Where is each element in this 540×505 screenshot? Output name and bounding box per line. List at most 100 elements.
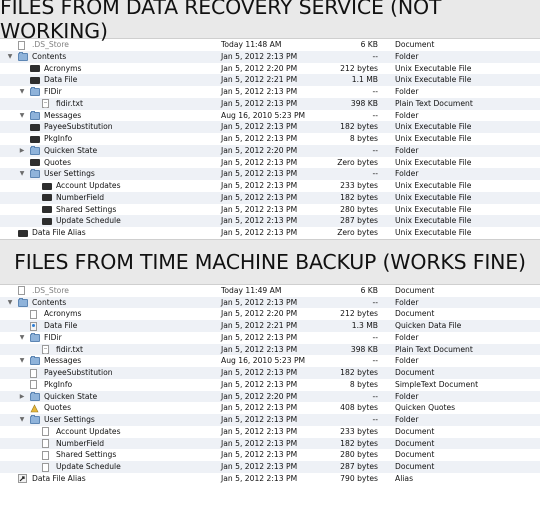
executable-icon (42, 217, 52, 225)
file-row[interactable]: Shared Settings Jan 5, 2012 2:13 PM 280 by… (0, 204, 540, 216)
file-row[interactable]: PayeeSubstitution Jan 5, 2012 2:13 PM 182 … (0, 367, 540, 379)
file-row[interactable]: ▶ Quicken State Jan 5, 2012 2:20 PM -- Folde… (0, 144, 540, 157)
file-row[interactable]: Quotes Jan 5, 2012 2:13 PM Zero bytes Unix … (0, 157, 540, 169)
file-date-modified: Jan 5, 2012 2:13 PM (221, 473, 298, 483)
file-size: -- (372, 391, 378, 401)
file-name: Messages (44, 356, 82, 366)
file-row[interactable]: Account Updates Jan 5, 2012 2:13 PM 233 by… (0, 426, 540, 438)
disclosure-expanded-icon[interactable]: ▼ (18, 355, 26, 367)
file-row[interactable]: NumberField Jan 5, 2012 2:13 PM 182 bytes U… (0, 191, 540, 204)
disclosure-expanded-icon[interactable]: ▼ (18, 332, 26, 344)
timemachine-file-list: .DS_Store Today 11:49 AM 6 KB Document ▼ Cont… (0, 284, 540, 485)
file-row[interactable]: PkgInfo Jan 5, 2012 2:13 PM 8 bytes Unix Ex… (0, 133, 540, 145)
recovery-banner: FILES FROM DATA RECOVERY SERVICE (NOT WO… (0, 0, 540, 43)
file-row[interactable]: Acronyms Jan 5, 2012 2:20 PM 212 bytes Unix… (0, 63, 540, 75)
folder-icon (30, 169, 40, 179)
file-size: -- (372, 356, 378, 366)
file-name: Shared Settings (56, 204, 117, 214)
file-size: -- (372, 332, 378, 342)
file-row[interactable]: ▼ Contents Jan 5, 2012 2:13 PM -- Folder (0, 50, 540, 63)
disclosure-collapsed-icon[interactable]: ▶ (18, 391, 26, 403)
file-row[interactable]: Data File Jan 5, 2012 2:21 PM 1.1 MB Unix E… (0, 74, 540, 86)
disclosure-expanded-icon[interactable]: ▼ (6, 297, 14, 309)
file-row[interactable]: Data File Alias Jan 5, 2012 2:13 PM 790 by… (0, 473, 540, 485)
disclosure-expanded-icon[interactable]: ▼ (18, 86, 26, 98)
file-name: FIDir (44, 332, 62, 342)
file-date-modified: Jan 5, 2012 2:13 PM (221, 122, 298, 132)
file-row[interactable]: fidir.txt Jan 5, 2012 2:13 PM 398 KB Plain … (0, 343, 540, 356)
file-date-modified: Jan 5, 2012 2:13 PM (221, 368, 298, 377)
file-kind: Folder (395, 110, 419, 120)
file-row[interactable]: fidir.txt Jan 5, 2012 2:13 PM 398 KB Plain … (0, 97, 540, 110)
file-row[interactable]: Quotes Jan 5, 2012 2:13 PM 408 bytes Quicke… (0, 402, 540, 414)
disclosure-expanded-icon[interactable]: ▼ (6, 51, 14, 63)
file-name: Contents (32, 51, 67, 61)
file-date-modified: Today 11:48 AM (221, 40, 282, 49)
file-name: Acronyms (44, 63, 82, 73)
file-row[interactable]: Shared Settings Jan 5, 2012 2:13 PM 280 by… (0, 449, 540, 461)
file-name: .DS_Store (32, 40, 69, 49)
file-name: Quicken State (44, 391, 98, 401)
file-date-modified: Jan 5, 2012 2:13 PM (221, 297, 298, 307)
executable-icon (30, 159, 40, 166)
file-row[interactable]: Update Schedule Jan 5, 2012 2:13 PM 287 by… (0, 461, 540, 473)
file-row[interactable]: ▼ FIDir Jan 5, 2012 2:13 PM -- Folder (0, 86, 540, 98)
disclosure-expanded-icon[interactable]: ▼ (18, 414, 26, 426)
file-date-modified: Jan 5, 2012 2:13 PM (221, 462, 298, 471)
document-icon (42, 427, 49, 437)
disclosure-collapsed-icon[interactable]: ▶ (18, 145, 26, 157)
file-date-modified: Jan 5, 2012 2:13 PM (221, 87, 298, 96)
folder-icon (30, 356, 40, 366)
file-name: Data File (44, 75, 78, 85)
file-kind: Unix Executable File (395, 75, 472, 85)
file-row[interactable]: NumberField Jan 5, 2012 2:13 PM 182 bytes D… (0, 437, 540, 450)
file-row[interactable]: ▶ Quicken State Jan 5, 2012 2:20 PM -- Folde… (0, 390, 540, 403)
file-size: 182 bytes (340, 368, 378, 377)
file-date-modified: Jan 5, 2012 2:13 PM (221, 216, 298, 226)
file-row[interactable]: ▼ Contents Jan 5, 2012 2:13 PM -- Folder (0, 296, 540, 309)
file-kind: Unix Executable File (395, 204, 472, 214)
file-row[interactable]: ▼ User Settings Jan 5, 2012 2:13 PM -- Folde… (0, 414, 540, 426)
document-icon (42, 439, 49, 448)
disclosure-expanded-icon[interactable]: ▼ (18, 168, 26, 180)
file-kind: Unix Executable File (395, 157, 472, 167)
file-row[interactable]: ▼ Messages Aug 16, 2010 5:23 PM -- Folder (0, 110, 540, 122)
file-name: Quotes (44, 403, 72, 413)
folder-icon (18, 297, 28, 307)
file-row[interactable]: Data File Alias Jan 5, 2012 2:13 PM Zero b… (0, 227, 540, 239)
file-row[interactable]: .DS_Store Today 11:48 AM 6 KB Document (0, 39, 540, 51)
file-name: User Settings (44, 169, 95, 179)
file-row[interactable]: Account Updates Jan 5, 2012 2:13 PM 233 by… (0, 180, 540, 192)
file-name: fidir.txt (56, 98, 84, 108)
file-row[interactable]: Data File Jan 5, 2012 2:21 PM 1.3 MB Quicke… (0, 320, 540, 332)
text-document-icon (42, 345, 49, 354)
file-row[interactable]: PayeeSubstitution Jan 5, 2012 2:13 PM 182 … (0, 121, 540, 133)
executable-icon (30, 76, 40, 84)
file-row[interactable]: .DS_Store Today 11:49 AM 6 KB Document (0, 285, 540, 297)
file-size: 398 KB (350, 344, 378, 354)
file-kind: Folder (395, 415, 419, 424)
file-size: 8 bytes (349, 379, 378, 389)
disclosure-expanded-icon[interactable]: ▼ (18, 110, 26, 122)
file-row[interactable]: Acronyms Jan 5, 2012 2:20 PM 212 bytes Docu… (0, 308, 540, 320)
file-date-modified: Jan 5, 2012 2:13 PM (221, 134, 298, 143)
file-name: Acronyms (44, 309, 82, 319)
file-row[interactable]: ▼ FIDir Jan 5, 2012 2:13 PM -- Folder (0, 332, 540, 344)
file-date-modified: Jan 5, 2012 2:13 PM (221, 169, 298, 179)
file-kind: Folder (395, 356, 419, 366)
file-kind: Unix Executable File (395, 216, 472, 226)
file-kind: Quicken Quotes (395, 403, 456, 413)
file-row[interactable]: PkgInfo Jan 5, 2012 2:13 PM 8 bytes SimpleT… (0, 379, 540, 391)
file-row[interactable]: ▼ User Settings Jan 5, 2012 2:13 PM -- Folde… (0, 168, 540, 180)
file-date-modified: Jan 5, 2012 2:20 PM (221, 391, 298, 401)
file-size: 280 bytes (340, 450, 378, 460)
file-date-modified: Jan 5, 2012 2:13 PM (221, 415, 298, 424)
file-name: Quotes (44, 157, 72, 167)
file-name: Data File Alias (32, 228, 86, 237)
file-row[interactable]: ▼ Messages Aug 16, 2010 5:23 PM -- Folder (0, 355, 540, 367)
file-kind: Alias (395, 473, 414, 483)
file-size: 182 bytes (340, 438, 378, 448)
file-size: 287 bytes (340, 462, 378, 471)
file-row[interactable]: Update Schedule Jan 5, 2012 2:13 PM 287 by… (0, 215, 540, 227)
document-icon (18, 286, 25, 296)
